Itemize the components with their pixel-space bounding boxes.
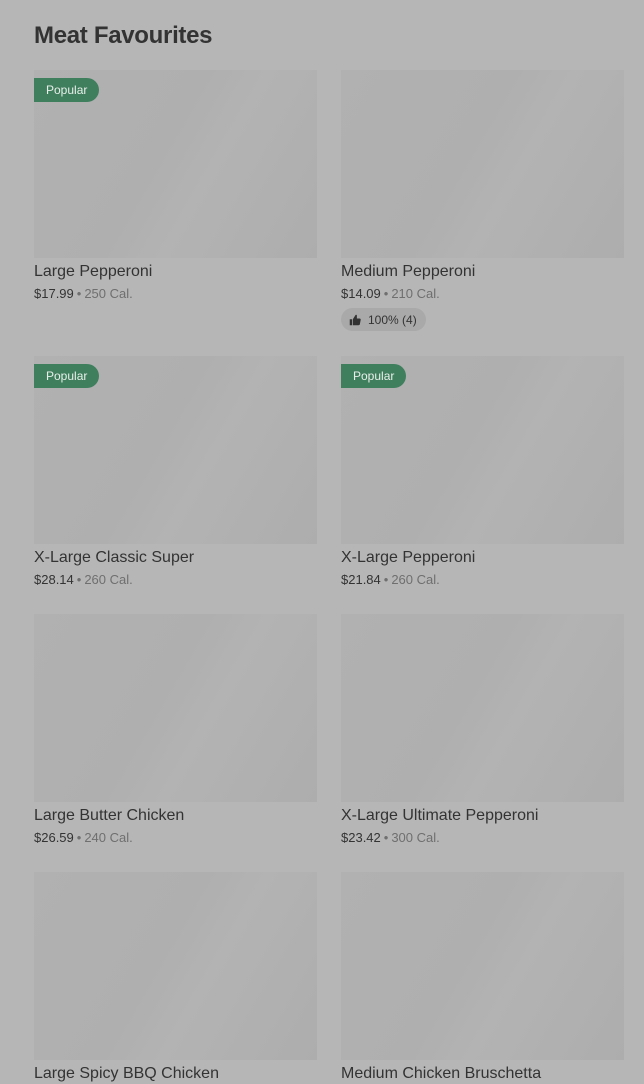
thumbs-up-icon	[349, 314, 361, 325]
menu-item-card[interactable]: Popular Large Pepperoni $17.99 • 250 Cal.	[34, 70, 317, 302]
item-image[interactable]	[34, 614, 317, 802]
item-price: $14.09	[341, 286, 381, 301]
item-name: X-Large Pepperoni	[341, 549, 476, 566]
item-image[interactable]	[341, 614, 624, 802]
item-meta: $17.99 • 250 Cal.	[34, 286, 317, 302]
item-meta: $28.14 • 260 Cal.	[34, 572, 317, 588]
popular-badge: Popular	[341, 364, 407, 388]
meta-separator: •	[383, 286, 389, 301]
item-price: $21.84	[341, 572, 381, 587]
menu-grid: Popular Large Pepperoni $17.99 • 250 Cal. …	[0, 0, 644, 1084]
item-name: Medium Pepperoni	[341, 263, 476, 280]
item-name: Large Pepperoni	[34, 263, 153, 280]
item-price: $28.14	[34, 572, 74, 587]
menu-item-card[interactable]: Medium Pepperoni $14.09 • 210 Cal. 100% (4…	[341, 70, 624, 331]
item-calories: 260 Cal.	[84, 572, 133, 587]
item-image[interactable]: Popular	[34, 356, 317, 544]
rating-pill: 100% (4)	[341, 308, 426, 331]
item-meta: $14.09 • 210 Cal.	[341, 286, 624, 302]
menu-item-card[interactable]: Popular X-Large Pepperoni $21.84 • 260 Cal…	[341, 356, 624, 588]
item-name: Large Butter Chicken	[34, 807, 185, 824]
item-price: $26.59	[34, 830, 74, 845]
item-name: Medium Chicken Bruschetta	[341, 1065, 542, 1082]
item-calories: 210 Cal.	[391, 286, 440, 301]
menu-item-card[interactable]: Large Spicy BBQ Chicken	[34, 872, 317, 1084]
item-image[interactable]	[341, 872, 624, 1060]
item-name: X-Large Ultimate Pepperoni	[341, 807, 539, 824]
menu-item-card[interactable]: Popular X-Large Classic Super $28.14 • 260…	[34, 356, 317, 588]
rating-value: 100% (4)	[368, 312, 417, 327]
menu-item-card[interactable]: Medium Chicken Bruschetta	[341, 872, 624, 1084]
popular-badge: Popular	[34, 364, 100, 388]
item-image[interactable]: Popular	[341, 356, 624, 544]
item-image[interactable]: Popular	[34, 70, 317, 258]
item-meta: $26.59 • 240 Cal.	[34, 830, 317, 846]
item-meta: $23.42 • 300 Cal.	[341, 830, 624, 846]
meta-separator: •	[76, 830, 82, 845]
meta-separator: •	[76, 286, 82, 301]
meta-separator: •	[76, 572, 82, 587]
item-calories: 260 Cal.	[391, 572, 440, 587]
menu-item-card[interactable]: Large Butter Chicken $26.59 • 240 Cal.	[34, 614, 317, 846]
item-calories: 240 Cal.	[84, 830, 133, 845]
item-image[interactable]	[341, 70, 624, 258]
item-price: $23.42	[341, 830, 381, 845]
item-meta: $21.84 • 260 Cal.	[341, 572, 624, 588]
popular-badge: Popular	[34, 78, 100, 102]
item-name: X-Large Classic Super	[34, 549, 195, 566]
meta-separator: •	[383, 572, 389, 587]
item-calories: 250 Cal.	[84, 286, 133, 301]
item-price: $17.99	[34, 286, 74, 301]
meta-separator: •	[383, 830, 389, 845]
menu-item-card[interactable]: X-Large Ultimate Pepperoni $23.42 • 300 Ca…	[341, 614, 624, 846]
item-calories: 300 Cal.	[391, 830, 440, 845]
item-image[interactable]	[34, 872, 317, 1060]
item-name: Large Spicy BBQ Chicken	[34, 1065, 219, 1082]
